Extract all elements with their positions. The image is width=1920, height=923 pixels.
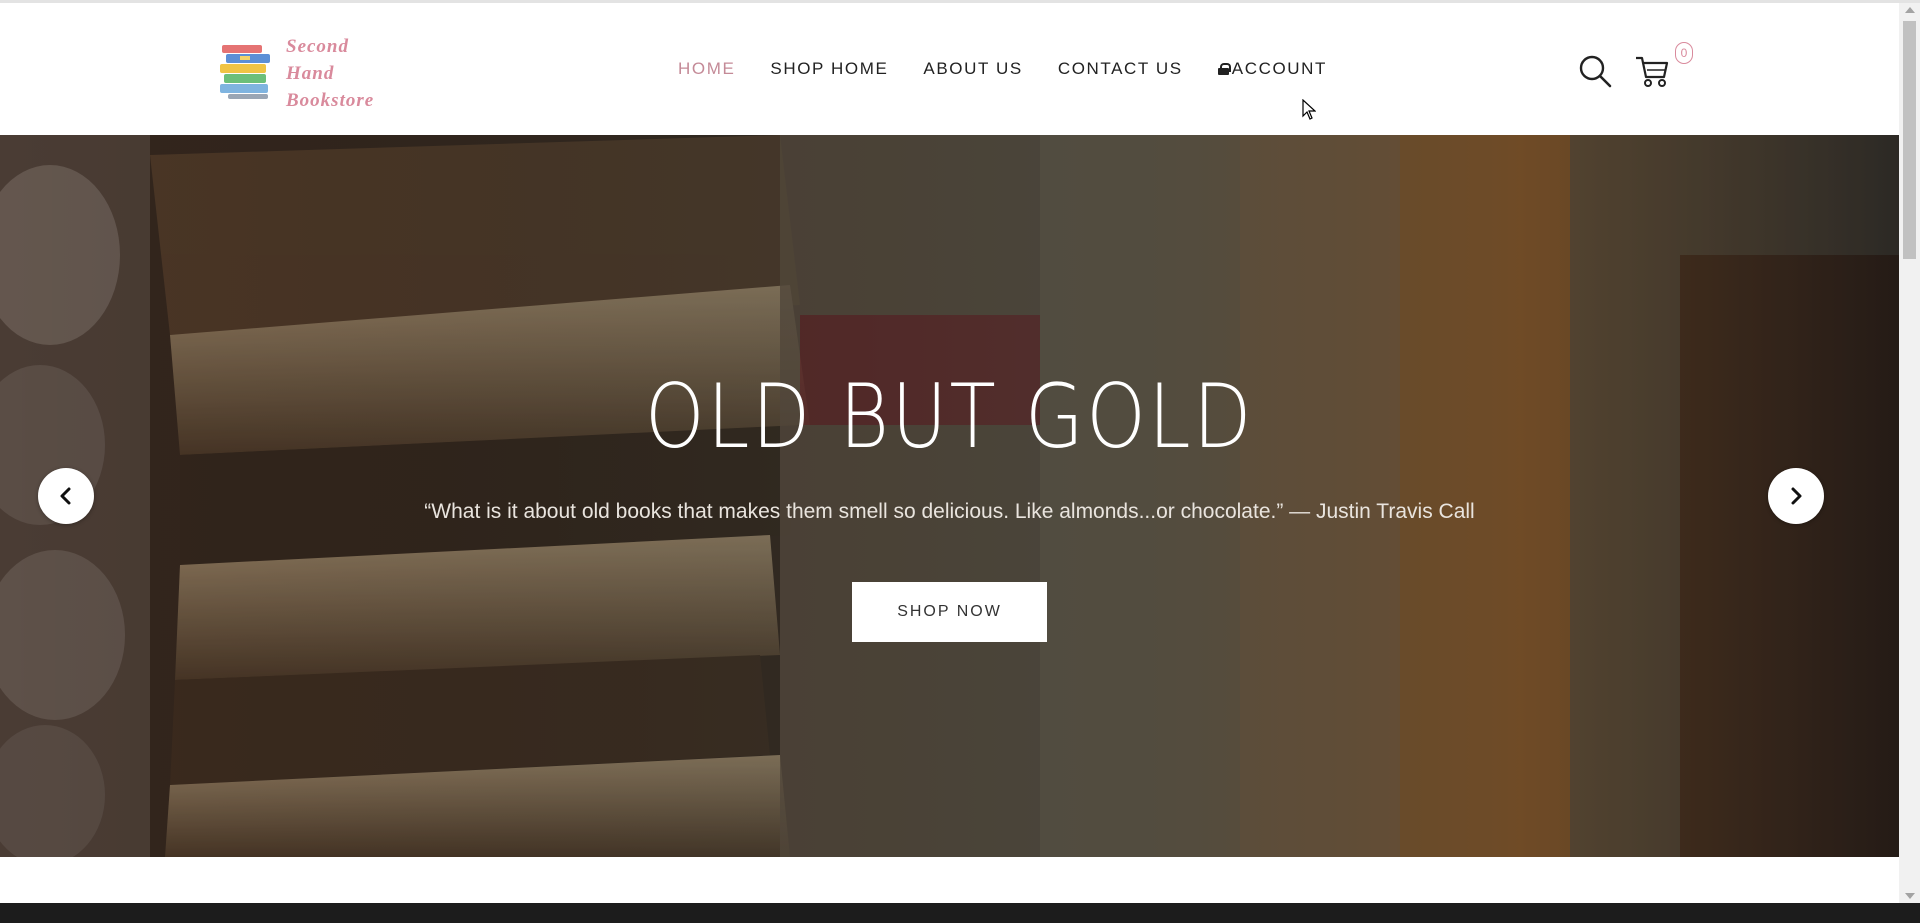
nav-about-us[interactable]: ABOUT US [923, 59, 1022, 79]
logo-line-1: Second [286, 36, 349, 57]
books-logo-icon [220, 45, 270, 99]
hero-quote: “What is it about old books that makes t… [424, 500, 1475, 523]
chevron-right-icon [1791, 487, 1802, 505]
nav-account[interactable]: ACCOUNT [1217, 59, 1328, 79]
site-header: Second Hand Bookstore HOME SHOP HOME ABO… [0, 3, 1899, 135]
nav-contact-us[interactable]: CONTACT US [1058, 59, 1183, 79]
scroll-down-arrow-icon[interactable] [1905, 893, 1915, 899]
chevron-left-icon [60, 487, 71, 505]
cart-icon[interactable] [1634, 53, 1670, 89]
shop-now-button[interactable]: SHOP NOW [852, 582, 1047, 642]
hero-slider: OLD BUT GOLD “What is it about old books… [0, 135, 1899, 857]
nav-account-label: ACCOUNT [1231, 59, 1328, 78]
slider-prev-button[interactable] [38, 468, 94, 524]
hero-overlay [0, 135, 1899, 857]
nav-shop-home[interactable]: SHOP HOME [770, 59, 888, 79]
logo-text: Second Hand Bookstore [286, 33, 374, 114]
site-logo[interactable]: Second Hand Bookstore [218, 33, 378, 113]
slider-next-button[interactable] [1768, 468, 1824, 524]
hero-title: OLD BUT GOLD [645, 365, 1254, 468]
logo-line-3: Bookstore [286, 90, 375, 111]
search-icon[interactable] [1578, 54, 1612, 88]
logo-line-2: Hand [286, 63, 335, 84]
cart-count-badge: 0 [1675, 42, 1693, 64]
page-scrollbar[interactable] [1899, 3, 1920, 903]
main-nav: HOME SHOP HOME ABOUT US CONTACT US ACCOU… [678, 59, 1362, 79]
taskbar-strip [0, 903, 1920, 923]
mouse-cursor-icon [1302, 99, 1316, 120]
scrollbar-thumb[interactable] [1903, 21, 1916, 259]
lock-icon [1217, 63, 1231, 75]
scroll-up-arrow-icon[interactable] [1905, 7, 1915, 13]
content-section-top [0, 857, 1899, 903]
nav-home[interactable]: HOME [678, 59, 735, 79]
